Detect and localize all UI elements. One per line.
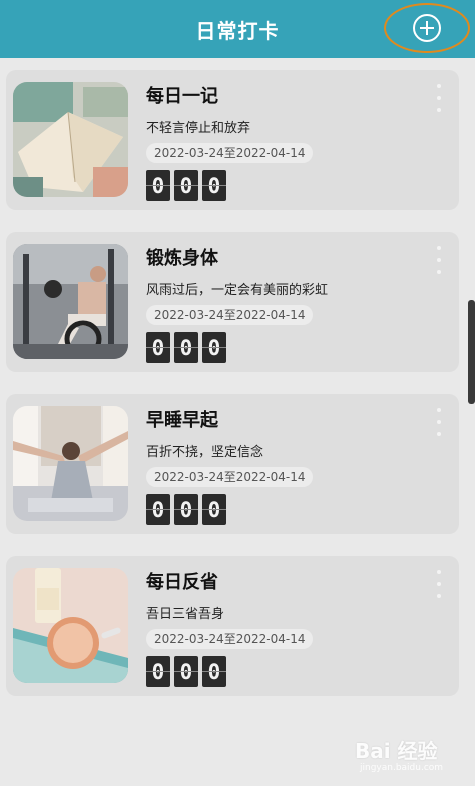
plus-circle-icon bbox=[413, 14, 441, 42]
habit-card[interactable]: 每日反省 吾日三省吾身 2022-03-24至2022-04-14 0 0 0 bbox=[6, 556, 459, 696]
day-counter: 0 0 0 bbox=[146, 656, 226, 687]
habit-card[interactable]: 早睡早起 百折不挠，坚定信念 2022-03-24至2022-04-14 0 0… bbox=[6, 394, 459, 534]
watermark-url: jingyan.baidu.com bbox=[360, 763, 444, 773]
habit-title: 早睡早起 bbox=[146, 410, 218, 431]
habit-motto: 不轻言停止和放弃 bbox=[146, 121, 251, 136]
habit-motto: 吾日三省吾身 bbox=[146, 607, 225, 622]
app-header: 日常打卡 bbox=[0, 0, 475, 58]
habit-title: 每日一记 bbox=[146, 86, 218, 107]
more-options-icon[interactable] bbox=[435, 570, 443, 598]
habit-date-range: 2022-03-24至2022-04-14 bbox=[146, 629, 314, 649]
counter-digit: 0 bbox=[146, 656, 170, 687]
habit-title: 锻炼身体 bbox=[146, 248, 218, 269]
habit-image bbox=[13, 244, 128, 359]
counter-digit: 0 bbox=[202, 656, 226, 687]
page-title: 日常打卡 bbox=[195, 18, 280, 43]
habit-card[interactable]: 锻炼身体 风雨过后，一定会有美丽的彩虹 2022-03-24至2022-04-1… bbox=[6, 232, 459, 372]
more-options-icon[interactable] bbox=[435, 246, 443, 274]
habit-date-range: 2022-03-24至2022-04-14 bbox=[146, 143, 314, 163]
counter-digit: 0 bbox=[146, 170, 170, 201]
counter-digit: 0 bbox=[202, 494, 226, 525]
watermark-logo: Bai 经验 bbox=[355, 739, 438, 763]
habit-image bbox=[13, 406, 128, 521]
counter-digit: 0 bbox=[202, 170, 226, 201]
more-options-icon[interactable] bbox=[435, 84, 443, 112]
counter-digit: 0 bbox=[174, 170, 198, 201]
counter-digit: 0 bbox=[174, 494, 198, 525]
habit-image bbox=[13, 568, 128, 683]
counter-digit: 0 bbox=[202, 332, 226, 363]
counter-digit: 0 bbox=[174, 656, 198, 687]
counter-digit: 0 bbox=[174, 332, 198, 363]
habit-date-range: 2022-03-24至2022-04-14 bbox=[146, 305, 314, 325]
habit-card[interactable]: 每日一记 不轻言停止和放弃 2022-03-24至2022-04-14 0 0 … bbox=[6, 70, 459, 210]
habit-title: 每日反省 bbox=[146, 572, 218, 593]
habit-image bbox=[13, 82, 128, 197]
day-counter: 0 0 0 bbox=[146, 170, 226, 201]
habit-date-range: 2022-03-24至2022-04-14 bbox=[146, 467, 314, 487]
counter-digit: 0 bbox=[146, 332, 170, 363]
more-options-icon[interactable] bbox=[435, 408, 443, 436]
day-counter: 0 0 0 bbox=[146, 332, 226, 363]
habit-motto: 百折不挠，坚定信念 bbox=[146, 445, 264, 460]
habit-motto: 风雨过后，一定会有美丽的彩虹 bbox=[146, 283, 329, 298]
scrollbar[interactable] bbox=[468, 300, 475, 404]
counter-digit: 0 bbox=[146, 494, 170, 525]
add-checkin-button[interactable] bbox=[384, 3, 470, 53]
day-counter: 0 0 0 bbox=[146, 494, 226, 525]
